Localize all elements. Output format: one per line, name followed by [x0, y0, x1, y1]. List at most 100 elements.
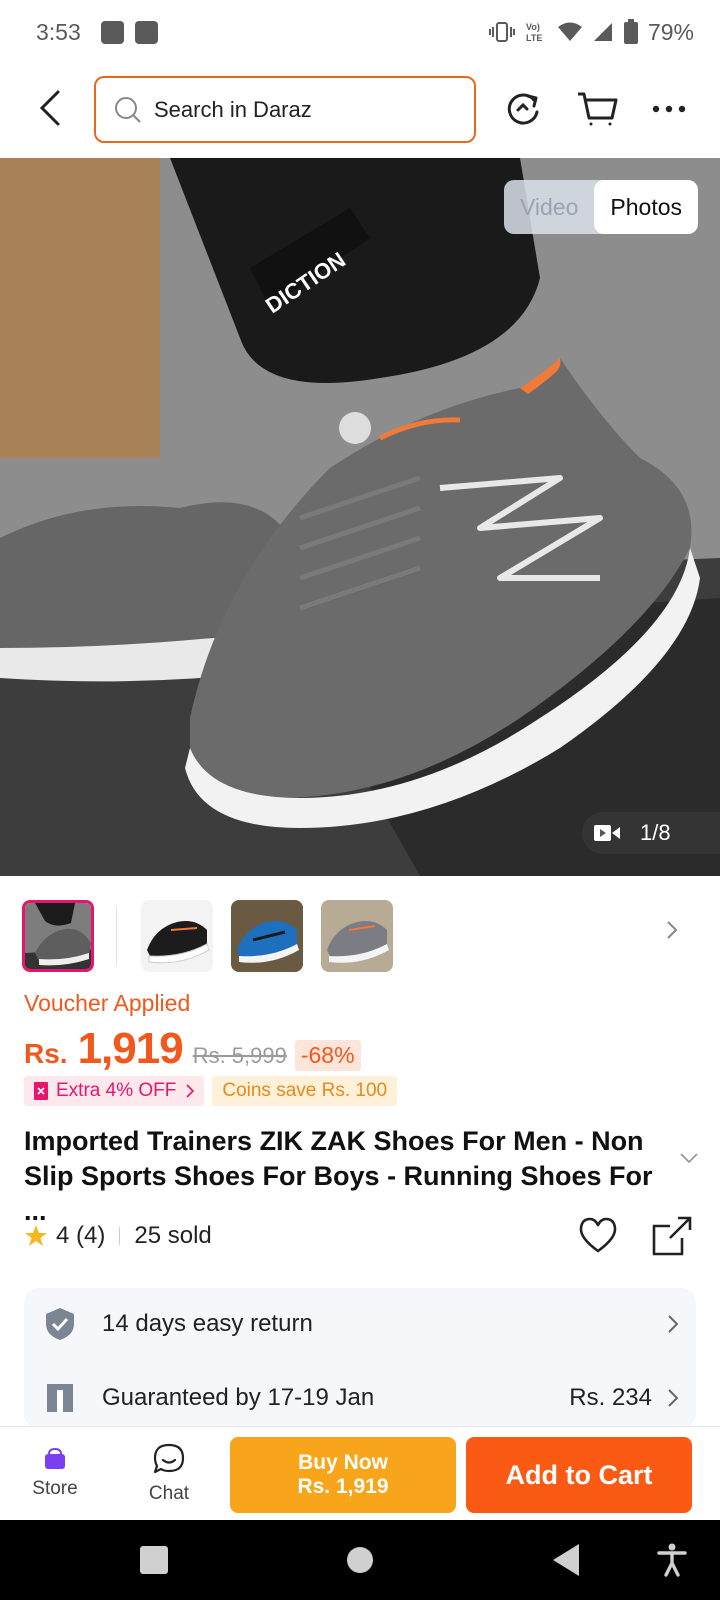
volte-icon: Vo)LTE — [526, 22, 542, 43]
add-to-cart-button[interactable]: Add to Cart — [466, 1437, 692, 1513]
buy-now-price: Rs. 1,919 — [297, 1475, 389, 1498]
product-image[interactable]: DICTION Video Photos 1/8 — [0, 158, 720, 876]
thumbnail-image — [141, 900, 213, 972]
delivery-row[interactable]: Guaranteed by 17-19 Jan Rs. 234 — [44, 1378, 678, 1418]
status-time: 3:53 — [36, 18, 81, 45]
thumbnail-divider — [116, 906, 117, 966]
refresh-button[interactable] — [502, 88, 544, 130]
chevron-right-icon — [667, 921, 678, 939]
buy-now-label: Buy Now — [298, 1451, 388, 1474]
notification-icon — [100, 20, 124, 44]
battery-percent: 79% — [647, 18, 694, 45]
wifi-icon — [557, 22, 582, 41]
extra-off-label: Extra 4% OFF — [56, 1080, 177, 1101]
svg-text:LTE: LTE — [526, 33, 542, 43]
share-button[interactable] — [652, 1216, 692, 1263]
voucher-applied-label: Voucher Applied — [24, 990, 191, 1016]
rating-row: 4 (4) 25 sold — [24, 1216, 700, 1256]
shield-check-icon — [44, 1307, 76, 1341]
coins-promo[interactable]: Coins save Rs. 100 — [212, 1076, 398, 1106]
more-options-button[interactable] — [648, 88, 690, 130]
returns-row[interactable]: 14 days easy return — [44, 1304, 678, 1344]
image-counter-text: 1/8 — [640, 820, 671, 845]
price-amount: 1,919 — [77, 1024, 184, 1073]
price-row: Rs. 1,919 Rs. 5,999 -68% — [24, 1024, 361, 1074]
sold-count: 25 sold — [134, 1222, 212, 1249]
wishlist-button[interactable] — [578, 1216, 618, 1261]
rating-separator — [119, 1227, 121, 1245]
thumbnail-strip — [22, 898, 702, 974]
status-indicators: Vo) LTE 79% — [488, 18, 694, 46]
photos-tab[interactable]: Photos — [594, 180, 698, 234]
returns-label: 14 days easy return — [102, 1310, 313, 1337]
home-button[interactable] — [340, 1540, 380, 1580]
android-navigation-bar — [0, 1520, 720, 1600]
vibrate-icon — [488, 22, 515, 42]
thumbnail-4[interactable] — [321, 900, 393, 972]
voucher-tag-icon — [34, 1082, 48, 1100]
bottom-action-bar: Store Chat Buy Now Rs. 1,919 Add to Cart — [0, 1426, 720, 1520]
video-camera-icon — [594, 825, 620, 841]
product-title: Imported Trainers ZIK ZAK Shoes For Men … — [24, 1126, 653, 1226]
thumbnail-2[interactable] — [141, 900, 213, 972]
more-horizontal-icon — [652, 105, 686, 113]
top-nav — [0, 72, 720, 144]
price-currency: Rs. — [24, 1038, 68, 1069]
delivery-fee-group: Rs. 234 — [569, 1384, 678, 1412]
back-nav-button[interactable] — [546, 1540, 586, 1580]
package-icon — [44, 1383, 76, 1413]
delivery-label: Guaranteed by 17-19 Jan — [102, 1384, 375, 1411]
thumbnail-image — [321, 900, 393, 972]
chevron-down-icon — [680, 1153, 698, 1164]
title-expand-button[interactable] — [680, 1150, 698, 1168]
chat-button[interactable]: Chat — [124, 1427, 214, 1521]
chevron-left-icon — [39, 90, 60, 126]
accessibility-icon — [657, 1543, 687, 1577]
store-icon — [45, 1448, 65, 1469]
thumbnail-1[interactable] — [22, 900, 94, 972]
thumbnail-3[interactable] — [231, 900, 303, 972]
rating-value[interactable]: 4 (4) — [56, 1222, 105, 1250]
battery-icon — [623, 19, 638, 44]
thumbnails-next-button[interactable] — [666, 920, 678, 945]
cart-button[interactable] — [576, 88, 618, 130]
media-toggle: Video Photos — [503, 180, 698, 234]
promo-row: Extra 4% OFF Coins save Rs. 100 — [24, 1076, 398, 1106]
video-tab[interactable]: Video — [504, 180, 594, 234]
circle-icon — [347, 1547, 373, 1573]
triangle-back-icon — [553, 1544, 579, 1576]
chevron-right-icon — [668, 1315, 678, 1333]
search-icon — [115, 96, 141, 123]
service-card: 14 days easy return Guaranteed by 17-19 … — [24, 1288, 696, 1428]
back-button[interactable] — [30, 88, 70, 128]
discount-badge: -68% — [294, 1040, 361, 1071]
status-bar: 3:53 Vo) LTE 79% — [0, 0, 720, 64]
share-icon — [652, 1216, 692, 1256]
chevron-right-icon — [668, 1389, 678, 1407]
square-icon — [140, 1546, 168, 1574]
extra-off-promo[interactable]: Extra 4% OFF — [24, 1076, 205, 1106]
recents-button[interactable] — [134, 1540, 174, 1580]
chevron-right-icon — [186, 1084, 195, 1098]
returns-chevron — [668, 1315, 678, 1333]
search-bar[interactable] — [94, 76, 476, 143]
star-icon — [25, 1225, 47, 1246]
chat-icon — [153, 1443, 185, 1474]
image-counter: 1/8 — [582, 812, 720, 854]
original-price: Rs. 5,999 — [192, 1043, 287, 1068]
signal-icon — [593, 23, 612, 41]
cart-icon — [578, 92, 618, 126]
buy-now-button[interactable]: Buy Now Rs. 1,919 — [230, 1437, 456, 1513]
refresh-icon — [507, 93, 539, 125]
product-photo: DICTION — [0, 158, 720, 876]
thumbnail-image — [25, 903, 91, 969]
accessibility-button[interactable] — [652, 1540, 692, 1580]
store-label: Store — [32, 1478, 78, 1499]
search-input[interactable] — [154, 96, 454, 123]
store-button[interactable]: Store — [10, 1427, 100, 1521]
svg-text:Vo): Vo) — [526, 22, 540, 32]
notification-icon — [134, 20, 158, 44]
heart-icon — [579, 1217, 617, 1253]
chat-label: Chat — [148, 1483, 190, 1504]
thumbnail-image — [231, 900, 303, 972]
